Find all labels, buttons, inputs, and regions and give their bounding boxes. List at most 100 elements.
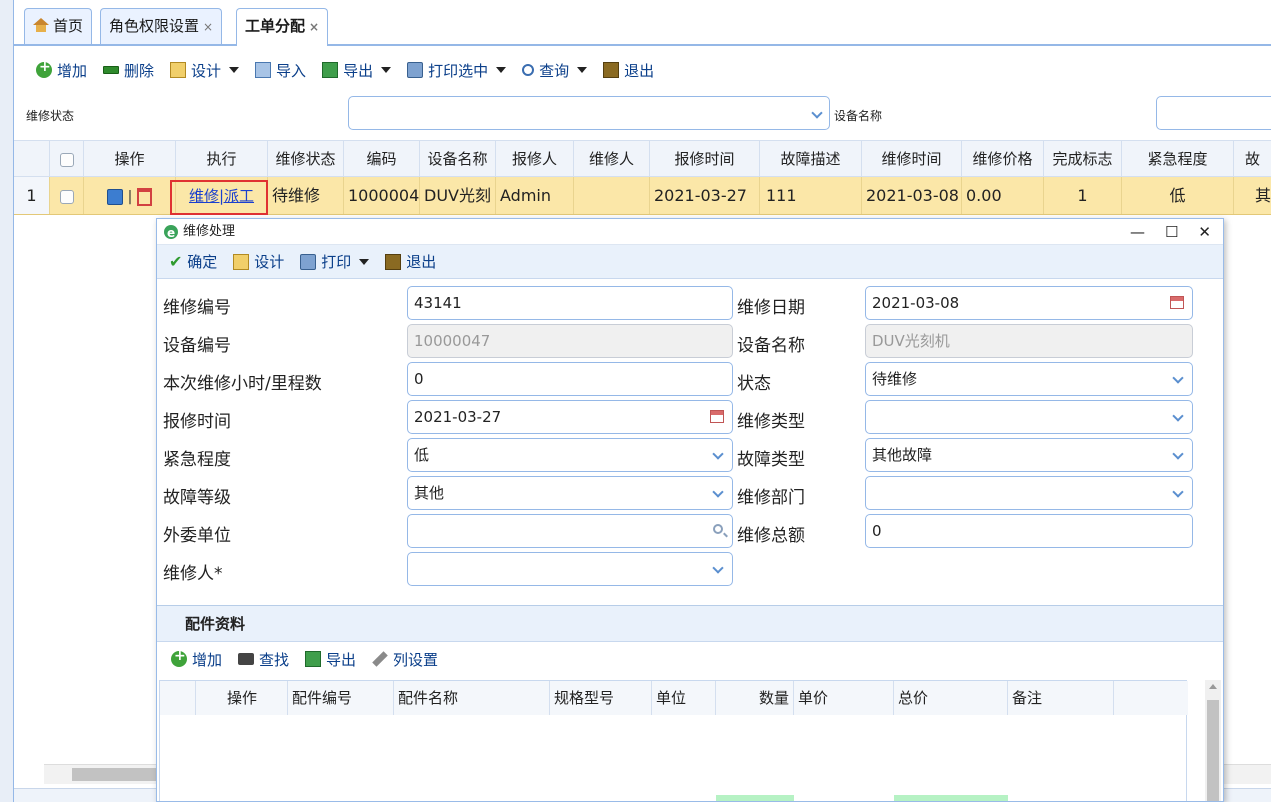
- parts-col-total[interactable]: 总价: [894, 681, 1008, 715]
- parts-find-label: 查找: [259, 650, 290, 669]
- status-select[interactable]: 待维修: [865, 362, 1193, 396]
- chevron-down-icon[interactable]: [1166, 363, 1192, 395]
- fault-type-select[interactable]: 其他故障: [865, 438, 1193, 472]
- dialog-titlebar[interactable]: 维修处理 — ☐ ✕: [157, 219, 1223, 246]
- col-header-execute[interactable]: 执行: [176, 141, 268, 177]
- col-header-status[interactable]: 维修状态: [268, 141, 344, 177]
- col-header-reporter[interactable]: 报修人: [496, 141, 574, 177]
- col-header-urgency[interactable]: 紧急程度: [1122, 141, 1234, 177]
- col-header-code[interactable]: 编码: [344, 141, 420, 177]
- dialog-print-button[interactable]: 打印: [292, 249, 377, 275]
- chevron-down-icon[interactable]: [706, 477, 732, 509]
- repair-date-field[interactable]: 2021-03-08: [865, 286, 1193, 320]
- check-icon: ✔: [169, 252, 183, 271]
- parts-col-spec[interactable]: 规格型号: [550, 681, 652, 715]
- parts-find-button[interactable]: 查找: [230, 646, 297, 672]
- scroll-thumb[interactable]: [1207, 700, 1219, 801]
- tab-home[interactable]: 首页: [24, 8, 93, 44]
- minimize-button[interactable]: —: [1130, 219, 1145, 245]
- parts-col-remark[interactable]: 备注: [1008, 681, 1114, 715]
- dept-select[interactable]: [865, 476, 1193, 510]
- fault-level-label: 故障等级: [163, 488, 231, 508]
- repair-no-label: 维修编号: [163, 298, 231, 318]
- col-header-repairer[interactable]: 维修人: [574, 141, 650, 177]
- parts-col-qty[interactable]: 数量: [716, 681, 794, 715]
- cell-price: 0.00: [962, 177, 1044, 214]
- maximize-button[interactable]: ☐: [1165, 219, 1178, 245]
- fault-level-select[interactable]: 其他: [407, 476, 733, 510]
- parts-export-button[interactable]: 导出: [297, 646, 364, 672]
- chevron-down-icon[interactable]: [706, 553, 732, 585]
- parts-col-part-no[interactable]: 配件编号: [288, 681, 394, 715]
- query-label: 查询: [539, 61, 570, 80]
- col-header-repair-time[interactable]: 维修时间: [862, 141, 962, 177]
- add-label: 增加: [57, 61, 88, 80]
- excel-icon: [305, 651, 322, 667]
- edit-icon[interactable]: [106, 188, 123, 205]
- col-header-done-flag[interactable]: 完成标志: [1044, 141, 1122, 177]
- outsource-field[interactable]: [407, 514, 733, 548]
- hours-field[interactable]: 0: [407, 362, 733, 396]
- chevron-down-icon[interactable]: [706, 439, 732, 471]
- col-header-fault-desc[interactable]: 故障描述: [760, 141, 862, 177]
- row-select-cell[interactable]: [50, 177, 84, 214]
- add-button[interactable]: 增加: [28, 57, 95, 83]
- close-button[interactable]: ✕: [1198, 219, 1211, 245]
- parts-col-actions[interactable]: 操作: [196, 681, 288, 715]
- repair-no-field[interactable]: 43141: [407, 286, 733, 320]
- device-name-label: 设备名称: [737, 336, 805, 356]
- status-filter-combo[interactable]: [348, 96, 830, 130]
- parts-col-unit[interactable]: 单位: [652, 681, 716, 715]
- repair-date-value: 2021-03-08: [872, 294, 960, 312]
- search-icon[interactable]: [713, 524, 723, 534]
- chevron-down-icon[interactable]: [1166, 401, 1192, 433]
- print-selected-button[interactable]: 打印选中: [399, 57, 514, 83]
- repair-type-select[interactable]: [865, 400, 1193, 434]
- col-header-device-name[interactable]: 设备名称: [420, 141, 496, 177]
- chevron-down-icon[interactable]: [1166, 477, 1192, 509]
- repairer-select[interactable]: [407, 552, 733, 586]
- col-header-price[interactable]: 维修价格: [962, 141, 1044, 177]
- chevron-down-icon[interactable]: [1166, 439, 1192, 471]
- urgency-label: 紧急程度: [163, 450, 231, 470]
- close-icon[interactable]: ×: [309, 20, 319, 34]
- dialog-exit-button[interactable]: 退出: [377, 249, 444, 275]
- device-filter-input[interactable]: [1156, 96, 1271, 130]
- total-field[interactable]: 0: [865, 514, 1193, 548]
- design-button[interactable]: 设计: [162, 57, 247, 83]
- confirm-button[interactable]: ✔ 确定: [161, 249, 225, 275]
- binoculars-icon: [238, 653, 255, 665]
- chevron-down-icon[interactable]: [807, 97, 829, 129]
- chevron-down-icon: [496, 67, 507, 73]
- row-checkbox[interactable]: [59, 189, 74, 204]
- dialog-design-button[interactable]: 设计: [225, 249, 292, 275]
- exit-button[interactable]: 退出: [595, 57, 662, 83]
- calendar-icon[interactable]: [1170, 296, 1184, 309]
- query-button[interactable]: 查询: [514, 57, 595, 83]
- status-label: 状态: [737, 374, 771, 394]
- scroll-up-icon[interactable]: [1209, 684, 1217, 689]
- col-header-actions[interactable]: 操作: [84, 141, 176, 177]
- select-all-header[interactable]: [50, 141, 84, 177]
- scroll-thumb[interactable]: [72, 768, 162, 781]
- add-icon: [171, 648, 187, 667]
- close-icon[interactable]: ×: [203, 20, 213, 34]
- delete-button[interactable]: 删除: [95, 57, 162, 83]
- col-header-report-time[interactable]: 报修时间: [650, 141, 760, 177]
- chevron-down-icon: [381, 67, 392, 73]
- parts-col-part-name[interactable]: 配件名称: [394, 681, 550, 715]
- parts-columns-button[interactable]: 列设置: [364, 646, 446, 672]
- parts-add-button[interactable]: 增加: [163, 646, 230, 672]
- trash-icon[interactable]: [137, 187, 153, 206]
- tab-role-permissions[interactable]: 角色权限设置 ×: [100, 8, 223, 44]
- report-time-field[interactable]: 2021-03-27: [407, 400, 733, 434]
- export-button[interactable]: 导出: [314, 57, 399, 83]
- import-button[interactable]: 导入: [247, 57, 314, 83]
- select-all-checkbox[interactable]: [59, 152, 74, 167]
- parts-vertical-scrollbar[interactable]: [1205, 680, 1221, 801]
- parts-col-unit-price[interactable]: 单价: [794, 681, 894, 715]
- tab-work-order[interactable]: 工单分配 ×: [236, 8, 329, 46]
- urgency-select[interactable]: 低: [407, 438, 733, 472]
- col-header-fault[interactable]: 故: [1234, 141, 1271, 177]
- calendar-icon[interactable]: [710, 410, 724, 423]
